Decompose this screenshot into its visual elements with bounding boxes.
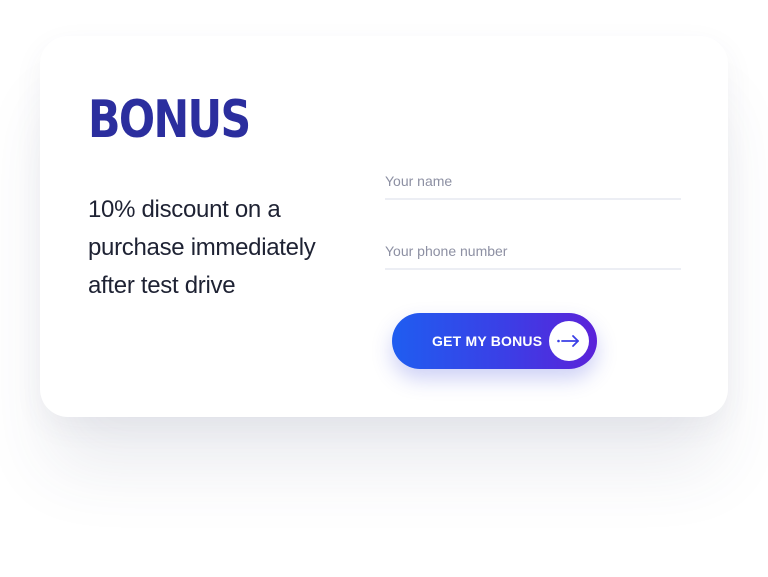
arrow-right-icon <box>549 321 589 361</box>
bonus-card: BONUS 10% discount on a purchase immedia… <box>40 36 728 417</box>
phone-input[interactable] <box>385 234 681 270</box>
name-input[interactable] <box>385 164 681 200</box>
page: BONUS 10% discount on a purchase immedia… <box>0 0 768 577</box>
bonus-title: BONUS <box>88 90 251 150</box>
bonus-description: 10% discount on a purchase immediately a… <box>88 196 316 299</box>
get-my-bonus-button[interactable]: GET MY BONUS <box>392 313 597 369</box>
get-my-bonus-label: GET MY BONUS <box>432 333 543 349</box>
